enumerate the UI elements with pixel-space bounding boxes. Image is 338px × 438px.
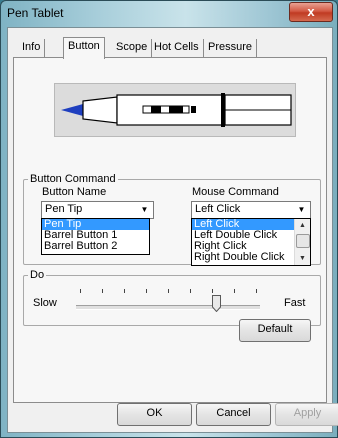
window-frame: Pen Tablet x Info Button Scope Hot Cells… [0, 0, 338, 438]
chevron-down-icon[interactable]: ▼ [294, 203, 309, 217]
slider-tick [102, 289, 103, 293]
default-button[interactable]: Default [239, 319, 311, 342]
button-name-label: Button Name [42, 186, 107, 198]
chevron-up-icon[interactable]: ▲ [295, 219, 310, 232]
pen-illustration [54, 83, 296, 137]
close-button[interactable]: x [289, 2, 333, 22]
slider-tick [80, 289, 81, 293]
apply-button: Apply [275, 403, 338, 426]
button-name-value: Pen Tip [45, 203, 83, 215]
tab-hot-cells[interactable]: Hot Cells [150, 39, 204, 57]
close-icon: x [307, 4, 315, 19]
double-click-slider-thumb[interactable] [212, 295, 221, 312]
tab-pressure[interactable]: Pressure [204, 39, 258, 57]
mouse-command-scrollbar[interactable]: ▲ ▼ [294, 219, 310, 265]
chevron-down-icon[interactable]: ▼ [137, 203, 152, 217]
chevron-down-icon[interactable]: ▼ [295, 252, 310, 265]
slider-tick [212, 289, 213, 293]
window-title: Pen Tablet [7, 6, 64, 20]
slider-tick [168, 289, 169, 293]
fast-label: Fast [284, 297, 306, 309]
tab-button[interactable]: Button [63, 37, 105, 59]
button-name-select[interactable]: Pen Tip ▼ [41, 201, 154, 219]
tab-scope[interactable]: Scope [112, 39, 153, 57]
mouse-command-select[interactable]: Left Click ▼ [191, 201, 311, 219]
slow-label: Slow [33, 297, 57, 309]
mouse-command-dropdown: Left Click Left Double Click Right Click… [191, 218, 311, 266]
tab-info[interactable]: Info [18, 39, 46, 57]
double-click-speed-group: Do [23, 269, 321, 326]
title-bar[interactable]: Pen Tablet x [1, 1, 337, 27]
dialog-client-area: Info Button Scope Hot Cells Pressure But… [7, 27, 338, 433]
slider-tick [256, 289, 257, 293]
slider-tick [234, 289, 235, 293]
slider-tick [190, 289, 191, 293]
ok-button[interactable]: OK [117, 403, 192, 426]
button-tab-panel: Button Command Button Name Mouse Command… [13, 57, 327, 403]
button-name-option[interactable]: Barrel Button 2 [42, 241, 149, 252]
button-name-dropdown: Pen Tip Barrel Button 1 Barrel Button 2 [41, 218, 150, 255]
cancel-button[interactable]: Cancel [196, 403, 271, 426]
mouse-command-label: Mouse Command [192, 186, 279, 198]
double-click-slider-track[interactable] [76, 305, 260, 310]
double-click-speed-label: Do [30, 269, 45, 281]
mouse-command-value: Left Click [195, 203, 241, 215]
pen-icon [61, 93, 292, 127]
slider-tick [124, 289, 125, 293]
scrollbar-thumb[interactable] [296, 234, 310, 248]
button-command-label: Button Command [30, 173, 116, 185]
mouse-command-option[interactable]: Right Double Click [192, 252, 310, 263]
slider-tick [146, 289, 147, 293]
